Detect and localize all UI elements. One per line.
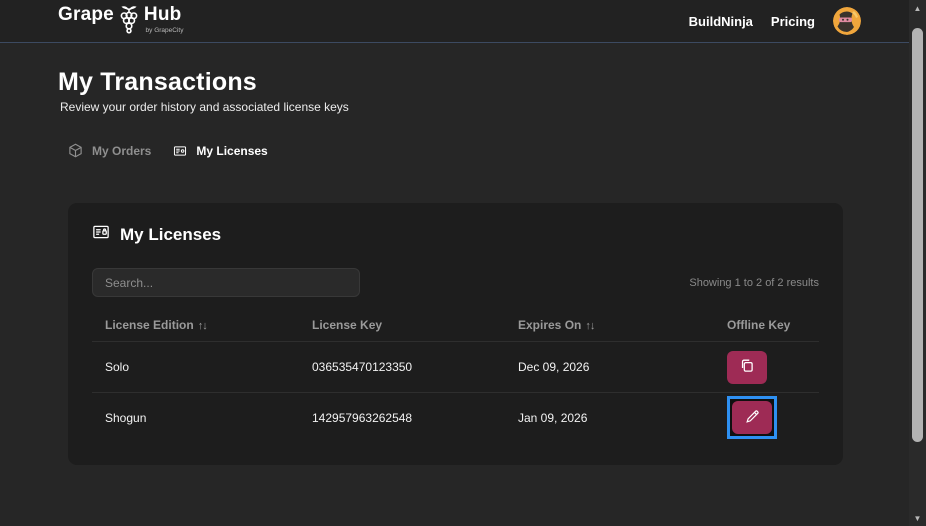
license-edition-value: Shogun — [105, 410, 147, 425]
license-key-value: 142957963262548 — [312, 410, 413, 425]
search-input[interactable] — [92, 268, 360, 297]
id-card-icon — [92, 223, 110, 246]
nav-link-buildninja[interactable]: BuildNinja — [689, 14, 753, 29]
scroll-down-arrow-icon[interactable]: ▼ — [909, 510, 926, 526]
scrollbar-thumb[interactable] — [912, 28, 923, 442]
ninja-avatar[interactable] — [833, 7, 861, 35]
table-row: Solo 036535470123350 Dec 09, 2026 — [92, 342, 819, 392]
copy-offline-key-button[interactable] — [727, 350, 767, 384]
logo-text-grape: Grape — [58, 3, 114, 25]
tab-my-licenses-label: My Licenses — [196, 143, 268, 158]
grapehub-logo[interactable]: Grape Hub by GrapeCity — [58, 3, 184, 39]
highlight-box — [727, 396, 777, 439]
id-card-icon — [173, 144, 187, 158]
top-nav: Grape Hub by GrapeCity BuildNinja Pricin… — [0, 0, 909, 43]
column-header-license-edition[interactable]: License Edition ↑↓ — [92, 318, 299, 332]
nav-link-pricing[interactable]: Pricing — [771, 14, 815, 29]
offline-key-cell — [714, 350, 819, 384]
column-header-offline-key: Offline Key — [727, 318, 791, 332]
table-row: Shogun 142957963262548 Jan 09, 2026 — [92, 392, 819, 442]
expires-on-value: Dec 09, 2026 — [518, 360, 590, 374]
license-edition-value: Solo — [105, 360, 130, 374]
pencil-icon — [744, 408, 761, 428]
sort-icon[interactable]: ↑↓ — [198, 320, 208, 332]
page-subtitle: Review your order history and associated… — [60, 100, 349, 114]
sort-icon[interactable]: ↑↓ — [585, 320, 595, 332]
nav-links: BuildNinja Pricing — [689, 7, 861, 35]
licenses-table: License Edition ↑↓ License Key Expires On… — [92, 309, 819, 442]
vertical-scrollbar: ▲ ▼ — [909, 0, 926, 526]
card-header: My Licenses — [92, 223, 819, 246]
logo-text-hub: Hub — [143, 3, 182, 25]
tab-bar: My Orders My Licenses — [68, 143, 268, 158]
offline-key-cell — [714, 396, 819, 439]
copy-icon — [739, 357, 756, 377]
license-key-value: 036535470123350 — [312, 360, 413, 374]
grape-bunch-icon — [116, 4, 142, 39]
expires-on-value: Jan 09, 2026 — [518, 410, 588, 425]
page-title: My Transactions — [58, 68, 257, 96]
tab-my-orders-label: My Orders — [92, 143, 152, 158]
column-header-expires-on[interactable]: Expires On ↑↓ — [505, 318, 714, 332]
edit-offline-key-button[interactable] — [732, 401, 772, 434]
results-count: Showing 1 to 2 of 2 results — [689, 276, 819, 289]
scroll-up-arrow-icon[interactable]: ▲ — [909, 0, 926, 16]
tab-my-licenses[interactable]: My Licenses — [173, 143, 268, 158]
logo-byline: by GrapeCity — [145, 26, 184, 34]
page: Grape Hub by GrapeCity BuildNinja Pricin… — [0, 0, 926, 526]
card-toolbar: Showing 1 to 2 of 2 results — [92, 268, 819, 297]
my-licenses-card: My Licenses Showing 1 to 2 of 2 results … — [68, 203, 843, 465]
column-header-license-key: License Key — [312, 318, 383, 332]
tab-my-orders[interactable]: My Orders — [68, 143, 151, 158]
table-header-row: License Edition ↑↓ License Key Expires On… — [92, 309, 819, 342]
package-icon — [68, 143, 83, 158]
card-title: My Licenses — [120, 224, 222, 244]
